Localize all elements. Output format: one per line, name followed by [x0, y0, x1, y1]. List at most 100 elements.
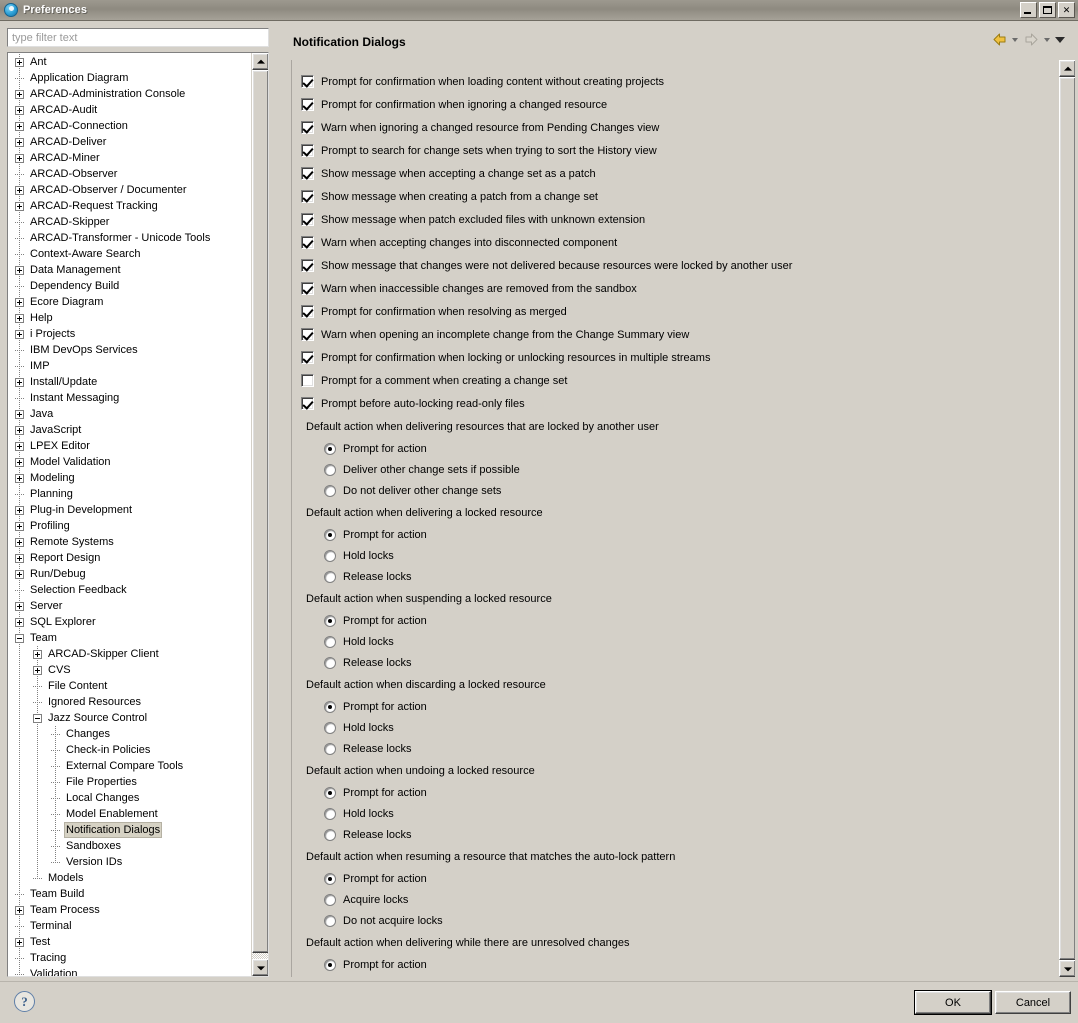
tree-item[interactable]: Local Changes	[8, 790, 251, 806]
back-arrow-icon[interactable]	[991, 31, 1008, 48]
expand-icon[interactable]	[15, 521, 24, 531]
tree-item[interactable]: Ignored Resources	[8, 694, 251, 710]
settings-scroll-down-button[interactable]	[1059, 960, 1075, 977]
tree-item[interactable]: File Properties	[8, 774, 251, 790]
tree-item[interactable]: ARCAD-Miner	[8, 150, 251, 166]
tree-item[interactable]: Changes	[8, 726, 251, 742]
radio-option-row[interactable]: Do not acquire locks	[301, 910, 1058, 931]
search-input[interactable]	[7, 28, 269, 47]
radio-option-row[interactable]: Deliver other change sets if possible	[301, 459, 1058, 480]
checkbox-icon[interactable]	[301, 144, 314, 157]
tree-item[interactable]: Help	[8, 310, 251, 326]
radio-option-row[interactable]: Prompt for action	[301, 954, 1058, 975]
preference-checkbox-row[interactable]: Prompt before auto-locking read-only fil…	[301, 392, 1058, 415]
checkbox-icon[interactable]	[301, 98, 314, 111]
radio-option-row[interactable]: Prompt for action	[301, 438, 1058, 459]
tree-item[interactable]: ARCAD-Skipper Client	[8, 646, 251, 662]
preference-checkbox-row[interactable]: Prompt for confirmation when locking or …	[301, 346, 1058, 369]
radio-option-row[interactable]: Acquire locks	[301, 889, 1058, 910]
tree-item[interactable]: File Content	[8, 678, 251, 694]
tree-item[interactable]: ARCAD-Request Tracking	[8, 198, 251, 214]
tree-item[interactable]: Run/Debug	[8, 566, 251, 582]
expand-icon[interactable]	[15, 265, 24, 275]
ok-button[interactable]: OK	[914, 990, 992, 1015]
radio-button-icon[interactable]	[324, 656, 336, 669]
expand-icon[interactable]	[15, 137, 24, 147]
tree-item[interactable]: ARCAD-Administration Console	[8, 86, 251, 102]
radio-option-row[interactable]: Prompt for action	[301, 610, 1058, 631]
expand-icon[interactable]	[15, 601, 24, 611]
expand-icon[interactable]	[15, 297, 24, 307]
radio-button-icon[interactable]	[324, 872, 336, 885]
tree-item[interactable]: Ant	[8, 54, 251, 70]
expand-icon[interactable]	[15, 201, 24, 211]
maximize-button[interactable]	[1039, 2, 1056, 18]
tree-item[interactable]: Ecore Diagram	[8, 294, 251, 310]
radio-button-icon[interactable]	[324, 442, 336, 455]
radio-button-icon[interactable]	[324, 828, 336, 841]
checkbox-icon[interactable]	[301, 282, 314, 295]
tree-item[interactable]: Validation	[8, 966, 251, 976]
preference-checkbox-row[interactable]: Prompt to search for change sets when tr…	[301, 139, 1058, 162]
collapse-icon[interactable]	[33, 713, 42, 723]
radio-button-icon[interactable]	[324, 742, 336, 755]
tree-item[interactable]: Modeling	[8, 470, 251, 486]
tree-item[interactable]: Model Enablement	[8, 806, 251, 822]
expand-icon[interactable]	[15, 441, 24, 451]
collapse-icon[interactable]	[15, 633, 24, 643]
radio-option-row[interactable]: Release locks	[301, 566, 1058, 587]
tree-item[interactable]: Install/Update	[8, 374, 251, 390]
back-dropdown-icon[interactable]	[1011, 31, 1020, 48]
expand-icon[interactable]	[15, 553, 24, 563]
radio-button-icon[interactable]	[324, 958, 336, 971]
tree-item[interactable]: Notification Dialogs	[8, 822, 251, 838]
expand-icon[interactable]	[15, 185, 24, 195]
checkbox-icon[interactable]	[301, 213, 314, 226]
expand-icon[interactable]	[15, 425, 24, 435]
tree-item[interactable]: Team	[8, 630, 251, 646]
tree-item[interactable]: Sandboxes	[8, 838, 251, 854]
expand-icon[interactable]	[15, 617, 24, 627]
radio-option-row[interactable]: Prompt for action	[301, 696, 1058, 717]
tree-item[interactable]: IMP	[8, 358, 251, 374]
radio-option-row[interactable]: Hold locks	[301, 803, 1058, 824]
tree-item[interactable]: Instant Messaging	[8, 390, 251, 406]
tree-item[interactable]: ARCAD-Deliver	[8, 134, 251, 150]
preference-checkbox-row[interactable]: Prompt for a comment when creating a cha…	[301, 369, 1058, 392]
radio-button-icon[interactable]	[324, 700, 336, 713]
checkbox-icon[interactable]	[301, 305, 314, 318]
tree-item[interactable]: Report Design	[8, 550, 251, 566]
preference-checkbox-row[interactable]: Show message when accepting a change set…	[301, 162, 1058, 185]
tree-item[interactable]: i Projects	[8, 326, 251, 342]
radio-option-row[interactable]: Prompt for action	[301, 524, 1058, 545]
preference-checkbox-row[interactable]: Warn when ignoring a changed resource fr…	[301, 116, 1058, 139]
preference-checkbox-row[interactable]: Warn when inaccessible changes are remov…	[301, 277, 1058, 300]
expand-icon[interactable]	[15, 473, 24, 483]
tree-item[interactable]: Version IDs	[8, 854, 251, 870]
tree-item[interactable]: LPEX Editor	[8, 438, 251, 454]
tree-item[interactable]: Check-in Policies	[8, 742, 251, 758]
checkbox-icon[interactable]	[301, 236, 314, 249]
preference-checkbox-row[interactable]: Show message when creating a patch from …	[301, 185, 1058, 208]
preference-checkbox-row[interactable]: Warn when accepting changes into disconn…	[301, 231, 1058, 254]
checkbox-icon[interactable]	[301, 328, 314, 341]
tree-item[interactable]: ARCAD-Observer	[8, 166, 251, 182]
settings-scroll-up-button[interactable]	[1059, 60, 1075, 77]
expand-icon[interactable]	[15, 905, 24, 915]
tree-item[interactable]: Tracing	[8, 950, 251, 966]
radio-option-row[interactable]: Release locks	[301, 738, 1058, 759]
expand-icon[interactable]	[15, 89, 24, 99]
radio-button-icon[interactable]	[324, 528, 336, 541]
expand-icon[interactable]	[15, 121, 24, 131]
tree-scroll-down-button[interactable]	[252, 959, 268, 976]
preference-checkbox-row[interactable]: Show message that changes were not deliv…	[301, 254, 1058, 277]
checkbox-icon[interactable]	[301, 374, 314, 387]
radio-button-icon[interactable]	[324, 549, 336, 562]
tree-item[interactable]: CVS	[8, 662, 251, 678]
radio-option-row[interactable]: Do not deliver other change sets	[301, 480, 1058, 501]
tree-scrollbar[interactable]	[251, 53, 268, 976]
cancel-button[interactable]: Cancel	[995, 991, 1071, 1014]
tree-item[interactable]: ARCAD-Observer / Documenter	[8, 182, 251, 198]
checkbox-icon[interactable]	[301, 167, 314, 180]
tree-item[interactable]: Team Build	[8, 886, 251, 902]
